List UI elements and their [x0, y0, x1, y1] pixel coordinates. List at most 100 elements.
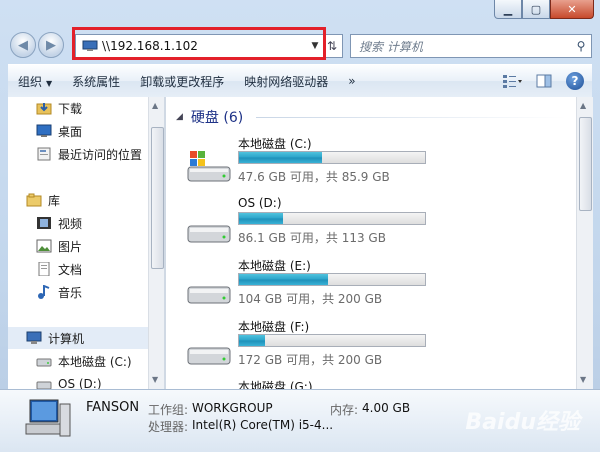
drive-usage-bar: [238, 334, 426, 347]
scrollbar-thumb[interactable]: [151, 127, 164, 269]
drive-name: OS (D:): [238, 196, 282, 210]
back-button[interactable]: ◀: [10, 32, 36, 58]
uninstall-program-button[interactable]: 卸载或更改程序: [130, 73, 234, 90]
drive-icon: [36, 358, 52, 367]
drive-icon: [187, 225, 231, 243]
refresh-icon: ⇅: [326, 39, 338, 53]
drive-name: 本地磁盘 (F:): [238, 320, 310, 334]
drive-name: 本地磁盘 (C:): [238, 137, 312, 151]
drive-space-info: 172 GB 可用，共 200 GB: [238, 353, 383, 367]
memory-value: 4.00 GB: [362, 401, 411, 415]
usage-fill: [239, 213, 284, 224]
search-input[interactable]: 搜索 计算机: [351, 38, 571, 55]
details-pane: FANSON 工作组: WORKGROUP 内存: 4.00 GB 处理器: I…: [0, 389, 600, 452]
nav-item-documents[interactable]: 文档: [8, 258, 148, 280]
nav-item-label: 桌面: [58, 124, 83, 139]
scroll-up-icon[interactable]: ▲: [152, 101, 158, 110]
nav-item-label: 文档: [58, 262, 83, 277]
drive-icon: [36, 381, 52, 389]
minimize-icon: ▁: [503, 2, 513, 16]
forward-arrow-icon: ▶: [46, 37, 56, 53]
change-view-button[interactable]: [500, 71, 524, 91]
drive-g[interactable]: 本地磁盘 (G:): [184, 378, 574, 389]
library-icon: [26, 193, 42, 207]
scroll-down-icon[interactable]: ▼: [580, 375, 586, 384]
maximize-icon: ▢: [530, 2, 542, 16]
processor-value: Intel(R) Core(TM) i5-4...: [192, 418, 334, 432]
pictures-icon: [36, 239, 52, 253]
minimize-button[interactable]: ▁: [494, 0, 522, 19]
drive-e[interactable]: 本地磁盘 (E:) 104 GB 可用，共 200 GB: [184, 257, 574, 315]
drive-space-info: 86.1 GB 可用，共 113 GB: [238, 231, 386, 245]
drive-icon: [187, 347, 231, 365]
organize-label: 组织: [18, 74, 43, 89]
collapse-triangle-icon[interactable]: ◢: [176, 112, 183, 122]
nav-item-pictures[interactable]: 图片: [8, 235, 148, 257]
drive-usage-bar: [238, 273, 426, 286]
nav-item-label: 视频: [58, 216, 83, 231]
recent-places-icon: [37, 147, 51, 161]
nav-item-label: 最近访问的位置: [58, 147, 143, 162]
view-list-icon: [503, 75, 522, 88]
hard-drives-section-header[interactable]: ◢ 硬盘 (6): [176, 107, 243, 127]
drive-d[interactable]: OS (D:) 86.1 GB 可用，共 113 GB: [184, 196, 574, 254]
documents-icon: [38, 262, 50, 276]
drive-c[interactable]: 本地磁盘 (C:) 47.6 GB 可用，共 85.9 GB: [184, 135, 574, 193]
processor-label: 处理器:: [148, 420, 189, 434]
search-icon[interactable]: ⚲: [571, 39, 591, 53]
drive-icon: [187, 286, 231, 304]
nav-item-desktop[interactable]: 桌面: [8, 120, 148, 142]
nav-item-videos[interactable]: 视频: [8, 212, 148, 234]
navigation-pane-scrollbar[interactable]: ▲ ▼: [148, 97, 165, 389]
system-properties-button[interactable]: 系统属性: [62, 73, 130, 90]
nav-item-drive-d[interactable]: OS (D:): [8, 373, 148, 389]
workgroup-value: WORKGROUP: [192, 401, 273, 415]
drive-name: 本地磁盘 (E:): [238, 259, 311, 273]
computer-icon: [26, 331, 42, 344]
more-commands-button[interactable]: »: [338, 74, 365, 88]
nav-item-drive-c[interactable]: 本地磁盘 (C:): [8, 350, 148, 372]
nav-item-libraries[interactable]: 库: [8, 189, 148, 211]
nav-item-label: 图片: [58, 239, 83, 254]
nav-item-label: OS (D:): [58, 377, 102, 389]
nav-item-label: 音乐: [58, 285, 83, 300]
preview-pane-button[interactable]: [532, 71, 556, 91]
map-network-drive-button[interactable]: 映射网络驱动器: [234, 73, 338, 90]
usage-fill: [239, 274, 329, 285]
drive-usage-bar: [238, 212, 426, 225]
window-caption-buttons: ▁ ▢ ✕: [494, 0, 594, 19]
scroll-down-icon[interactable]: ▼: [152, 375, 158, 384]
help-icon[interactable]: ?: [566, 72, 584, 90]
address-highlight-box: [72, 27, 326, 60]
nav-item-label: 本地磁盘 (C:): [58, 354, 132, 369]
forward-button[interactable]: ▶: [38, 32, 64, 58]
scrollbar-thumb[interactable]: [579, 117, 592, 211]
search-box[interactable]: 搜索 计算机 ⚲: [350, 34, 592, 58]
usage-fill: [239, 152, 322, 163]
workgroup-label: 工作组:: [148, 403, 189, 417]
close-button[interactable]: ✕: [550, 0, 594, 19]
video-icon: [37, 217, 51, 229]
nav-item-music[interactable]: 音乐: [8, 281, 148, 303]
drive-f[interactable]: 本地磁盘 (F:) 172 GB 可用，共 200 GB: [184, 318, 574, 376]
nav-item-downloads[interactable]: 下载: [8, 97, 148, 119]
download-folder-icon: [36, 103, 52, 115]
nav-item-label: 库: [48, 193, 61, 208]
drive-space-info: 47.6 GB 可用，共 85.9 GB: [238, 170, 390, 184]
organize-menu[interactable]: 组织 ▼: [8, 73, 62, 90]
navigation-pane: 下载 桌面 最近访问的位置 库 视频 图片 文档 音乐 计算机 本地磁盘 (C:…: [8, 97, 148, 389]
memory-label: 内存:: [330, 403, 359, 417]
nav-item-label: 计算机: [48, 331, 85, 346]
nav-item-computer[interactable]: 计算机: [8, 327, 148, 349]
scroll-up-icon[interactable]: ▲: [580, 101, 586, 110]
desktop-icon: [36, 124, 52, 137]
back-arrow-icon: ◀: [18, 37, 28, 53]
section-title: 硬盘 (6): [190, 110, 244, 126]
view-controls: ?: [496, 71, 592, 91]
windows-drive-icon: [187, 151, 231, 182]
content-pane-scrollbar[interactable]: ▲ ▼: [576, 97, 593, 389]
nav-item-recent-places[interactable]: 最近访问的位置: [8, 143, 148, 165]
maximize-button[interactable]: ▢: [522, 0, 550, 19]
usage-fill: [239, 335, 266, 346]
chevron-down-icon: ▼: [46, 78, 53, 88]
